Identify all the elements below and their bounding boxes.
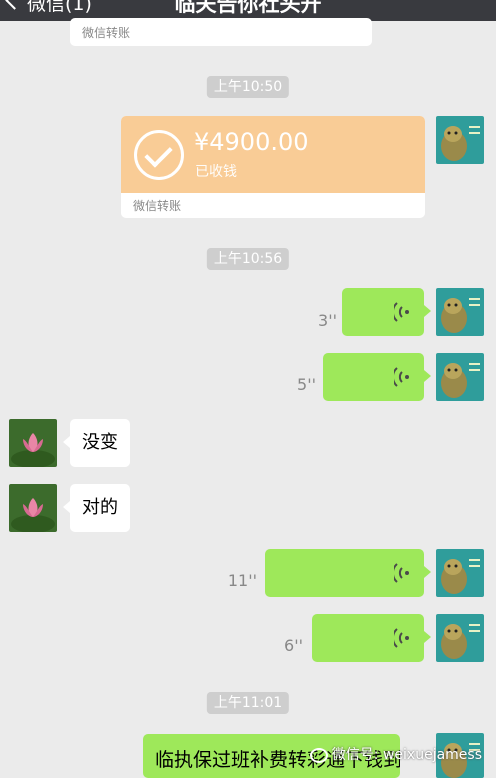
voice-duration: 5'' — [297, 375, 316, 394]
timestamp: 上午11:01 — [206, 692, 290, 714]
incoming-message[interactable]: 没变 — [63, 419, 130, 467]
watermark: 微信号: weixuejamess — [309, 744, 482, 764]
voice-wave-icon — [394, 563, 409, 583]
timestamp: 上午10:50 — [206, 76, 290, 98]
transfer-status: 已收钱 — [195, 164, 237, 180]
transfer-amount: ¥4900.00 — [194, 128, 309, 156]
chat-title: 临夫告你社头开 — [174, 0, 322, 16]
watermark-text: 微信号: weixuejamess — [331, 747, 482, 763]
voice-message[interactable] — [323, 353, 431, 401]
check-circle-icon — [134, 130, 184, 180]
contact-avatar[interactable] — [9, 419, 57, 467]
voice-wave-icon — [394, 367, 409, 387]
voice-wave-icon — [394, 628, 409, 648]
my-avatar[interactable] — [436, 116, 484, 164]
transfer-footer: 微信转账 — [82, 26, 131, 40]
transfer-card-previous[interactable]: 微信转账 — [70, 18, 372, 46]
voice-wave-icon — [394, 302, 409, 322]
my-avatar[interactable] — [436, 353, 484, 401]
transfer-footer: 微信转账 — [133, 199, 182, 213]
incoming-message[interactable]: 对的 — [63, 484, 130, 532]
my-avatar[interactable] — [436, 549, 484, 597]
wechat-logo-icon — [309, 747, 328, 763]
voice-duration: 11'' — [227, 571, 257, 590]
my-avatar[interactable] — [436, 288, 484, 336]
timestamp: 上午10:56 — [206, 248, 290, 270]
voice-duration: 6'' — [284, 636, 303, 655]
voice-duration: 3'' — [318, 311, 337, 330]
transfer-card[interactable]: ¥4900.00 已收钱 微信转账 — [121, 116, 425, 218]
my-avatar[interactable] — [436, 614, 484, 662]
voice-message[interactable] — [265, 549, 431, 597]
contact-avatar[interactable] — [9, 484, 57, 532]
voice-message[interactable] — [312, 614, 431, 662]
voice-message[interactable] — [342, 288, 431, 336]
